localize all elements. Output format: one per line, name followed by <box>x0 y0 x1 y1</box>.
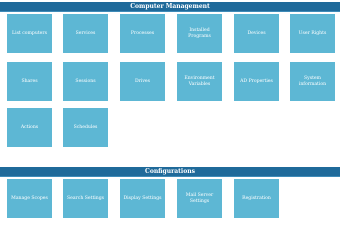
tile-actions[interactable]: Actions <box>7 108 52 147</box>
tile-system-information[interactable]: System information <box>290 62 335 101</box>
section-header-computer-management: Computer Management <box>0 2 340 12</box>
tile-drives[interactable]: Drives <box>120 62 165 101</box>
tile-environment-variables[interactable]: Environment Variables <box>177 62 222 101</box>
tile-list-computers[interactable]: List computers <box>7 14 52 53</box>
page: Computer Management List computers Servi… <box>0 0 340 222</box>
tile-display-settings[interactable]: Display Settings <box>120 179 165 218</box>
tile-shares[interactable]: Shares <box>7 62 52 101</box>
tile-ad-properties[interactable]: AD Properties <box>234 62 279 101</box>
tile-registration[interactable]: Registration <box>234 179 279 218</box>
tile-services[interactable]: Services <box>63 14 108 53</box>
tile-search-settings[interactable]: Search Settings <box>63 179 108 218</box>
tile-sessions[interactable]: Sessions <box>63 62 108 101</box>
tile-processes[interactable]: Processes <box>120 14 165 53</box>
tile-mail-server-settings[interactable]: Mail Server Settings <box>177 179 222 218</box>
tile-user-rights[interactable]: User Rights <box>290 14 335 53</box>
section-header-configurations: Configurations <box>0 167 340 177</box>
tile-schedules[interactable]: Schedules <box>63 108 108 147</box>
tile-devices[interactable]: Devices <box>234 14 279 53</box>
tile-installed-programs[interactable]: Installed Programs <box>177 14 222 53</box>
tile-manage-scopes[interactable]: Manage Scopes <box>7 179 52 218</box>
